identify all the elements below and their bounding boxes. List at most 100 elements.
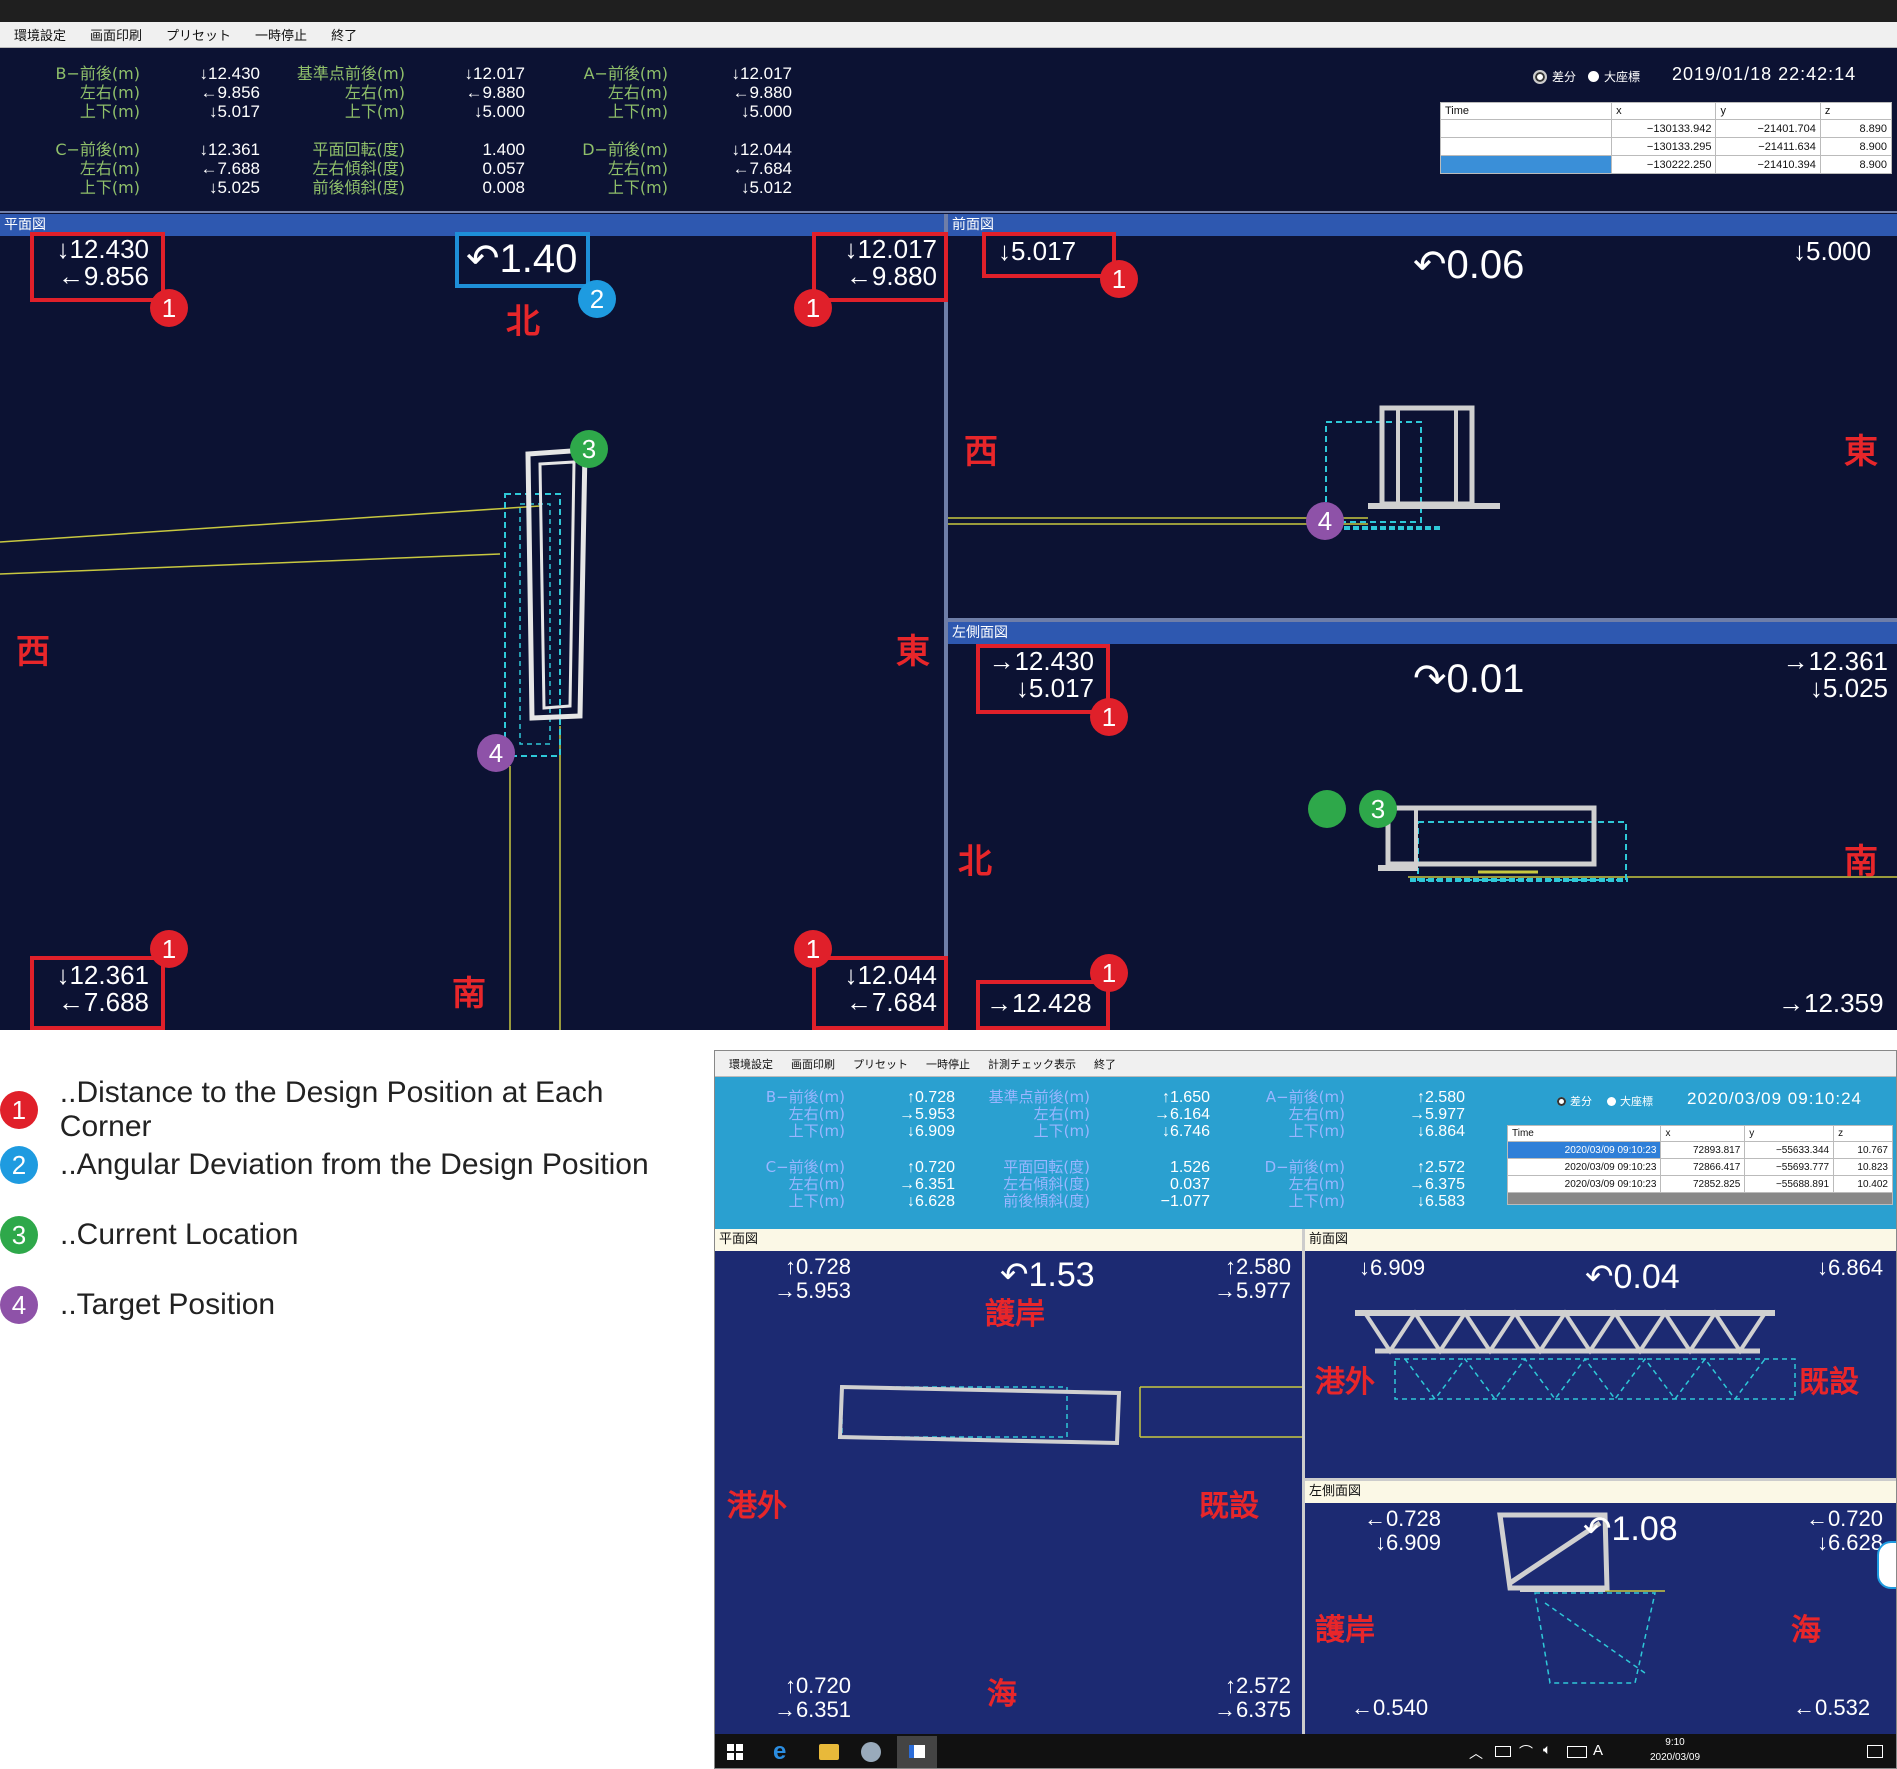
front-tl-value: ↓6.909 (1359, 1255, 1426, 1280)
radio-diff[interactable]: 差分 (1557, 1093, 1592, 1109)
plan-bl-value: ↓12.361 ←7.688 (56, 960, 149, 1017)
plan-view: 平面図 ↓12.430 ←9.856 ↓12.017 ←9.880 ↓12.36… (0, 214, 948, 1030)
current-outline (1379, 405, 1475, 507)
current-truss (1363, 1309, 1767, 1355)
plan-bottom-label: 海 (987, 1677, 1017, 1712)
side-left-label: 護岸 (1315, 1613, 1375, 1648)
screen1-menubar: 環境設定 画面印刷 プリセット 一時停止 終了 (0, 22, 1897, 48)
b-values: ↓12.430 ←9.856 ↓5.017 (199, 64, 261, 121)
cell: −130133.942 (1611, 119, 1717, 138)
menu-pause[interactable]: 一時停止 (255, 25, 307, 44)
b-labels: B−前後(m) 左右(m) 上下(m) (55, 64, 140, 121)
front-west-label: 西 (964, 432, 998, 472)
menu-exit[interactable]: 終了 (1094, 1056, 1116, 1072)
menu-settings[interactable]: 環境設定 (729, 1056, 773, 1072)
notification-icon[interactable] (1867, 1745, 1883, 1758)
cell: −130222.250 (1611, 155, 1717, 174)
badge-1: 1 (1090, 954, 1128, 992)
side-right-label: 海 (1791, 1613, 1821, 1648)
front-drawing (948, 405, 1500, 530)
menu-check[interactable]: 計測チェック表示 (988, 1056, 1076, 1072)
front-angle-value: ↶0.04 (1585, 1258, 1680, 1296)
table-row[interactable]: −130133.295 −21411.634 8.900 (1439, 137, 1893, 156)
table-row[interactable]: 2020/03/09 09:10:23 72866.417 −55693.777… (1506, 1158, 1893, 1176)
menu-preset[interactable]: プリセット (853, 1056, 908, 1072)
plan-drawing (0, 447, 588, 1030)
c-labels: C−前後(m) 左右(m) 上下(m) (765, 1158, 845, 1210)
d-labels: D−前後(m) 左右(m) 上下(m) (1264, 1158, 1345, 1210)
current-outline (1385, 805, 1597, 867)
table-row[interactable]: 2020/03/09 09:10:23 72852.825 −55688.891… (1506, 1175, 1893, 1193)
active-app-icon[interactable] (897, 1736, 937, 1768)
front-tr-value: ↓5.000 (1793, 236, 1872, 266)
rot-labels: 平面回転(度) 左右傾斜(度) 前後傾斜(度) (1003, 1158, 1090, 1210)
tray-wifi-icon[interactable]: ⌒ (1519, 1742, 1533, 1762)
legend-badge: 3 (0, 1216, 38, 1254)
side-br-value: ←0.532 (1793, 1695, 1871, 1720)
file-explorer-icon[interactable] (819, 1744, 839, 1760)
radio-diff-label: 差分 (1552, 70, 1577, 84)
plan-br-value: ↑2.572 →6.375 (1213, 1673, 1291, 1722)
cell: 10.823 (1833, 1158, 1893, 1176)
tray-ime-indicator[interactable]: A (1593, 1742, 1603, 1759)
table-row[interactable]: 2020/03/09 09:10:23 72893.817 −55633.344… (1506, 1141, 1893, 1159)
cell: 10.402 (1833, 1175, 1893, 1193)
col-x: x (1660, 1125, 1746, 1142)
windows-start-icon[interactable] (727, 1744, 743, 1760)
tray-chevron-icon[interactable]: ︿ (1469, 1743, 1483, 1763)
tray-volume-icon[interactable]: 🔈︎ (1543, 1742, 1551, 1758)
side-angle-value: ↶1.08 (1583, 1510, 1678, 1548)
legend-text: ..Distance to the Design Position at Eac… (59, 1076, 604, 1143)
radio-selected-icon (1557, 1096, 1566, 1106)
cell: −21411.634 (1715, 137, 1821, 156)
plan-top-label: 護岸 (985, 1297, 1045, 1332)
col-y: y (1744, 1125, 1835, 1142)
plan-east-label: 東 (896, 632, 930, 672)
menu-settings[interactable]: 環境設定 (14, 25, 66, 44)
target-outline (841, 1386, 1068, 1438)
side-br-value: →12.359 (1778, 988, 1884, 1018)
app-gear-icon[interactable] (861, 1742, 881, 1762)
d-labels: D−前後(m) 左右(m) 上下(m) (582, 140, 668, 197)
table-row[interactable]: −130222.250 −21410.394 8.900 (1439, 155, 1893, 174)
radio-large-coord[interactable]: 大座標 (1607, 1093, 1653, 1109)
side-edge-widget-icon[interactable] (1877, 1541, 1896, 1589)
tray-clock-date[interactable]: 2020/03/09 (1635, 1752, 1715, 1763)
side-view: 左側面図 ←0.728 ↓6.909 ←0.720 ↓6.628 ←0.540 … (1305, 1481, 1896, 1734)
plan-br-value: ↓12.044 ←7.684 (844, 960, 937, 1017)
tray-battery-icon[interactable] (1495, 1746, 1511, 1757)
menu-exit[interactable]: 終了 (331, 25, 357, 44)
tray-keyboard-icon[interactable] (1567, 1746, 1587, 1758)
radio-unselected-icon (1588, 71, 1599, 82)
col-x: x (1611, 102, 1717, 120)
plan-view-title: 平面図 (715, 1229, 1302, 1251)
badge-1: 1 (150, 289, 188, 327)
plan-north-label: 北 (506, 302, 540, 342)
menu-preset[interactable]: プリセット (166, 25, 231, 44)
menu-pause[interactable]: 一時停止 (926, 1056, 970, 1072)
radio-unselected-icon (1607, 1096, 1616, 1106)
edge-browser-icon[interactable]: e (773, 1738, 786, 1766)
radio-large-label: 大座標 (1620, 1095, 1653, 1108)
radio-large-coord[interactable]: 大座標 (1588, 68, 1640, 85)
cell: 2020/03/09 09:10:23 (1506, 1175, 1662, 1193)
screen2-header: B−前後(m) 左右(m) 上下(m) ↑0.728 →5.953 ↓6.909… (715, 1077, 1896, 1229)
side-tl-value: ←0.728 ↓6.909 (1363, 1506, 1441, 1555)
radio-diff[interactable]: 差分 (1533, 68, 1576, 85)
col-time: Time (1506, 1125, 1662, 1142)
screen2-menubar: 環境設定 画面印刷 プリセット 一時停止 計測チェック表示 終了 (715, 1051, 1896, 1077)
a-values: ↓12.017 ←9.880 ↓5.000 (731, 64, 793, 121)
cell: 72866.417 (1660, 1158, 1746, 1176)
menu-print[interactable]: 画面印刷 (90, 25, 142, 44)
plan-bl-value: ↑0.720 →6.351 (773, 1673, 851, 1722)
legend-item: 2 ..Angular Deviation from the Design Po… (0, 1146, 649, 1184)
coord-table: Time x y z 2020/03/09 09:10:23 72893.817… (1506, 1125, 1893, 1205)
current-outline-inner (538, 460, 576, 710)
plan-south-label: 南 (452, 974, 486, 1014)
tray-clock-time[interactable]: 9:10 (1645, 1737, 1705, 1748)
col-z: z (1819, 102, 1893, 120)
menu-print[interactable]: 画面印刷 (791, 1056, 835, 1072)
badge-1: 1 (794, 289, 832, 327)
rot-values: 1.400 0.057 0.008 (482, 140, 525, 197)
table-row[interactable]: −130133.942 −21401.704 8.890 (1439, 119, 1893, 138)
